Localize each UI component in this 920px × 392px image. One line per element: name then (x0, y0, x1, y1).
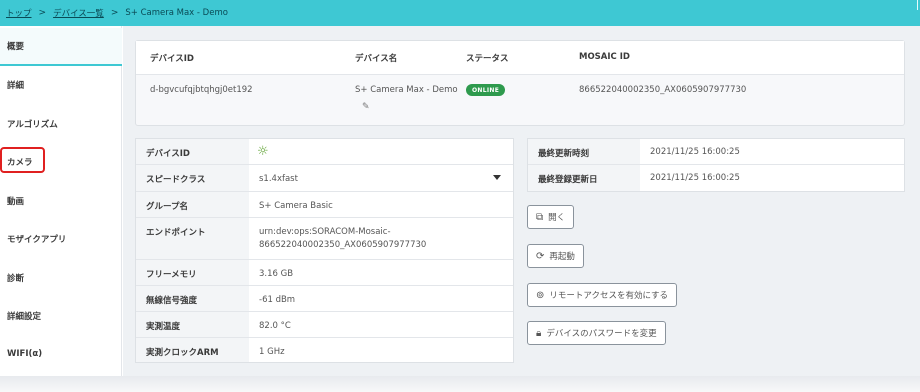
update-status-table: 最終更新時刻 2021/11/25 16:00:25 最終登録更新日 2021/… (527, 138, 905, 192)
summary-header-device-id: デバイスID (150, 54, 194, 64)
breadcrumb-top-link[interactable]: トップ (6, 7, 32, 19)
restart-button-label: 再起動 (549, 252, 575, 262)
breadcrumb: トップ > デバイス一覧 > S+ Camera Max - Demo (6, 0, 228, 26)
status-badge: ONLINE (466, 84, 506, 96)
last-registered-value: 2021/11/25 16:00:25 (650, 173, 740, 183)
table-row[interactable]: スピードクラス s1.4xfast (136, 165, 513, 192)
row-label: 最終登録更新日 (528, 165, 640, 191)
speed-class-select[interactable]: s1.4xfast (259, 173, 298, 186)
sidebar-item-wifi[interactable]: WIFI(α) (0, 335, 122, 373)
device-summary-card: デバイスID デバイス名 ステータス MOSAIC ID d-bgvcufqjb… (135, 40, 905, 126)
open-button-label: 開く (548, 213, 566, 223)
table-row: エンドポイント urn:dev:ops:SORACOM-Mosaic- 8665… (136, 218, 513, 260)
summary-header: デバイスID デバイス名 ステータス MOSAIC ID (136, 41, 904, 75)
open-button[interactable]: ⧉ 開く (527, 205, 575, 229)
table-row: 最終登録更新日 2021/11/25 16:00:25 (528, 165, 904, 191)
table-row: 無線信号強度 -61 dBm (136, 286, 513, 312)
sidebar-item-label: モザイクアプリ (7, 235, 67, 245)
breadcrumb-current: S+ Camera Max - Demo (125, 8, 228, 18)
sidebar-item-video[interactable]: 動画 (0, 182, 122, 220)
row-label: スピードクラス (136, 165, 249, 191)
row-label: 実測温度 (136, 312, 249, 337)
sidebar-item-details[interactable]: 詳細 (0, 66, 122, 104)
remote-access-icon: ⊚ (536, 289, 545, 301)
chevron-down-icon[interactable] (493, 175, 501, 180)
row-label: グループ名 (136, 192, 249, 217)
table-row: デバイスID ☼ (136, 139, 513, 165)
top-bar: トップ > デバイス一覧 > S+ Camera Max - Demo (0, 0, 920, 26)
summary-header-status: ステータス (466, 54, 509, 64)
table-row: 最終更新時刻 2021/11/25 16:00:25 (528, 139, 904, 165)
sidebar-item-mosaic-app[interactable]: モザイクアプリ (0, 220, 122, 258)
sidebar-item-label: アルゴリズム (7, 120, 58, 130)
summary-device-name-value: S+ Camera Max - Demo (355, 85, 458, 95)
sidebar-item-overview[interactable]: 概要 (0, 28, 122, 66)
external-link-icon: ⧉ (536, 211, 544, 223)
signal-strength-value: -61 dBm (259, 295, 296, 305)
remote-access-button[interactable]: ⊚ リモートアクセスを有効にする (527, 283, 678, 307)
row-label: 最終更新時刻 (528, 139, 640, 164)
summary-header-device-name: デバイス名 (355, 54, 398, 64)
summary-header-mosaic-id: MOSAIC ID (579, 52, 630, 62)
sidebar-item-label: 詳細設定 (7, 312, 42, 322)
sidebar-item-algorithm[interactable]: アルゴリズム (0, 105, 122, 143)
endpoint-value: urn:dev:ops:SORACOM-Mosaic- 866522040002… (259, 226, 426, 252)
sidebar-item-camera[interactable]: カメラ (0, 143, 122, 181)
row-label: 実測クロックARM (136, 338, 249, 362)
row-label: エンドポイント (136, 218, 249, 259)
restart-icon: ⟳ (536, 250, 545, 262)
restart-button[interactable]: ⟳ 再起動 (527, 244, 584, 268)
sidebar-item-label: カメラ (7, 158, 33, 168)
topbar-edge (917, 0, 918, 10)
remote-access-button-label: リモートアクセスを有効にする (549, 291, 669, 301)
chevron-right-icon: > (110, 8, 119, 18)
row-label: 無線信号強度 (136, 286, 249, 311)
summary-mosaic-id-value: 866522040002350_AX0605907977730 (579, 85, 747, 95)
row-label: デバイスID (136, 139, 249, 164)
group-name-value: S+ Camera Basic (259, 201, 333, 211)
gear-icon: ☼ (257, 144, 269, 159)
sidebar-item-label: WIFI(α) (7, 349, 43, 359)
change-password-button[interactable]: 🔒︎ デバイスのパスワードを変更 (527, 321, 666, 345)
change-password-button-label: デバイスのパスワードを変更 (546, 329, 657, 339)
temperature-value: 82.0 °C (259, 321, 291, 331)
table-row: フリーメモリ 3.16 GB (136, 260, 513, 286)
chevron-right-icon: > (38, 8, 47, 18)
sidebar-item-diagnostics[interactable]: 診断 (0, 259, 122, 297)
sidebar-item-label: 診断 (7, 274, 25, 284)
endpoint-line-1: urn:dev:ops:SORACOM-Mosaic- (259, 227, 391, 237)
table-row: グループ名 S+ Camera Basic (136, 192, 513, 218)
sidebar-item-label: 動画 (7, 197, 25, 207)
lock-icon: 🔒︎ (536, 327, 542, 339)
sidebar-item-label: 概要 (7, 42, 25, 52)
pencil-icon[interactable]: ✎ (362, 102, 370, 112)
summary-device-id-value: d-bgvcufqjbtqhgj0et192 (150, 85, 253, 95)
bottom-shadow (0, 376, 920, 392)
clock-arm-value: 1 GHz (259, 347, 285, 357)
sidebar-item-advanced-settings[interactable]: 詳細設定 (0, 297, 122, 335)
table-row: 実測クロックARM 1 GHz (136, 338, 513, 362)
free-memory-value: 3.16 GB (259, 269, 294, 279)
row-label: フリーメモリ (136, 260, 249, 285)
sidebar: 概要 詳細 アルゴリズム カメラ 動画 モザイクアプリ 診断 詳細設定 WIFI… (0, 26, 122, 392)
last-updated-value: 2021/11/25 16:00:25 (650, 147, 740, 157)
breadcrumb-device-list-link[interactable]: デバイス一覧 (53, 7, 104, 19)
sidebar-item-label: 詳細 (7, 81, 25, 91)
table-row: 実測温度 82.0 °C (136, 312, 513, 338)
device-info-table: デバイスID ☼ スピードクラス s1.4xfast グループ名 S+ Came… (135, 138, 514, 363)
endpoint-line-2: 866522040002350_AX0605907977730 (259, 240, 427, 250)
